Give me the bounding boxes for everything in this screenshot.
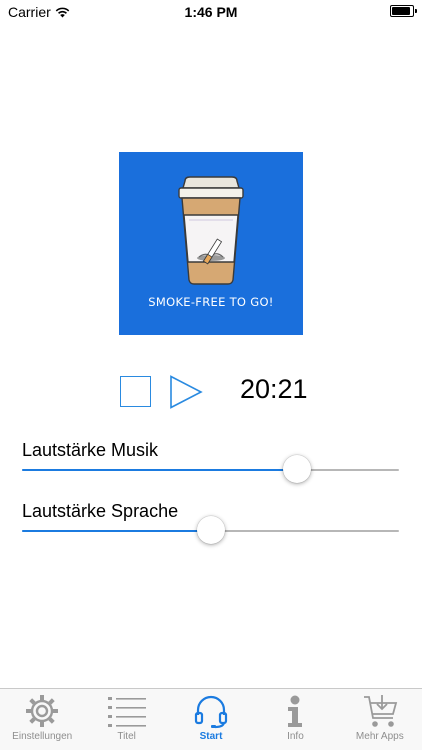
artwork-caption: SMOKE-FREE TO GO! bbox=[148, 295, 274, 309]
info-icon bbox=[285, 692, 305, 730]
tab-label: Mehr Apps bbox=[355, 731, 404, 742]
tab-einstellungen[interactable]: Einstellungen bbox=[0, 689, 84, 750]
tab-titel[interactable]: Titel bbox=[84, 689, 168, 750]
slider-thumb[interactable] bbox=[196, 516, 225, 544]
status-right bbox=[390, 5, 417, 17]
tab-bar: Einstellungen Titel Start Info Mehr Apps bbox=[0, 688, 422, 750]
tab-start[interactable]: Start bbox=[169, 689, 253, 750]
stop-button[interactable] bbox=[120, 376, 151, 407]
tab-label: Titel bbox=[117, 731, 136, 742]
list-icon bbox=[107, 692, 147, 730]
status-bar: Carrier 1:46 PM bbox=[0, 0, 422, 24]
headphones-icon bbox=[193, 692, 229, 730]
tab-label: Einstellungen bbox=[12, 731, 73, 742]
tab-label: Info bbox=[287, 731, 304, 742]
tab-info[interactable]: Info bbox=[253, 689, 337, 750]
slider-fill bbox=[22, 530, 211, 532]
play-button[interactable] bbox=[169, 375, 203, 409]
gear-icon bbox=[24, 692, 60, 730]
slider-fill bbox=[22, 469, 298, 471]
battery-icon bbox=[390, 5, 417, 17]
tab-label: Start bbox=[199, 731, 223, 742]
status-time: 1:46 PM bbox=[184, 4, 238, 20]
voice-volume-slider[interactable] bbox=[22, 516, 399, 546]
play-icon bbox=[170, 375, 203, 409]
playback-time: 20:21 bbox=[240, 374, 308, 404]
tab-mehr-apps[interactable]: Mehr Apps bbox=[338, 689, 422, 750]
slider-thumb[interactable] bbox=[283, 455, 312, 483]
music-volume-slider[interactable] bbox=[22, 455, 399, 485]
cart-icon bbox=[362, 692, 398, 730]
album-artwork: SMOKE-FREE TO GO! bbox=[119, 152, 303, 335]
battery-level bbox=[392, 7, 410, 15]
